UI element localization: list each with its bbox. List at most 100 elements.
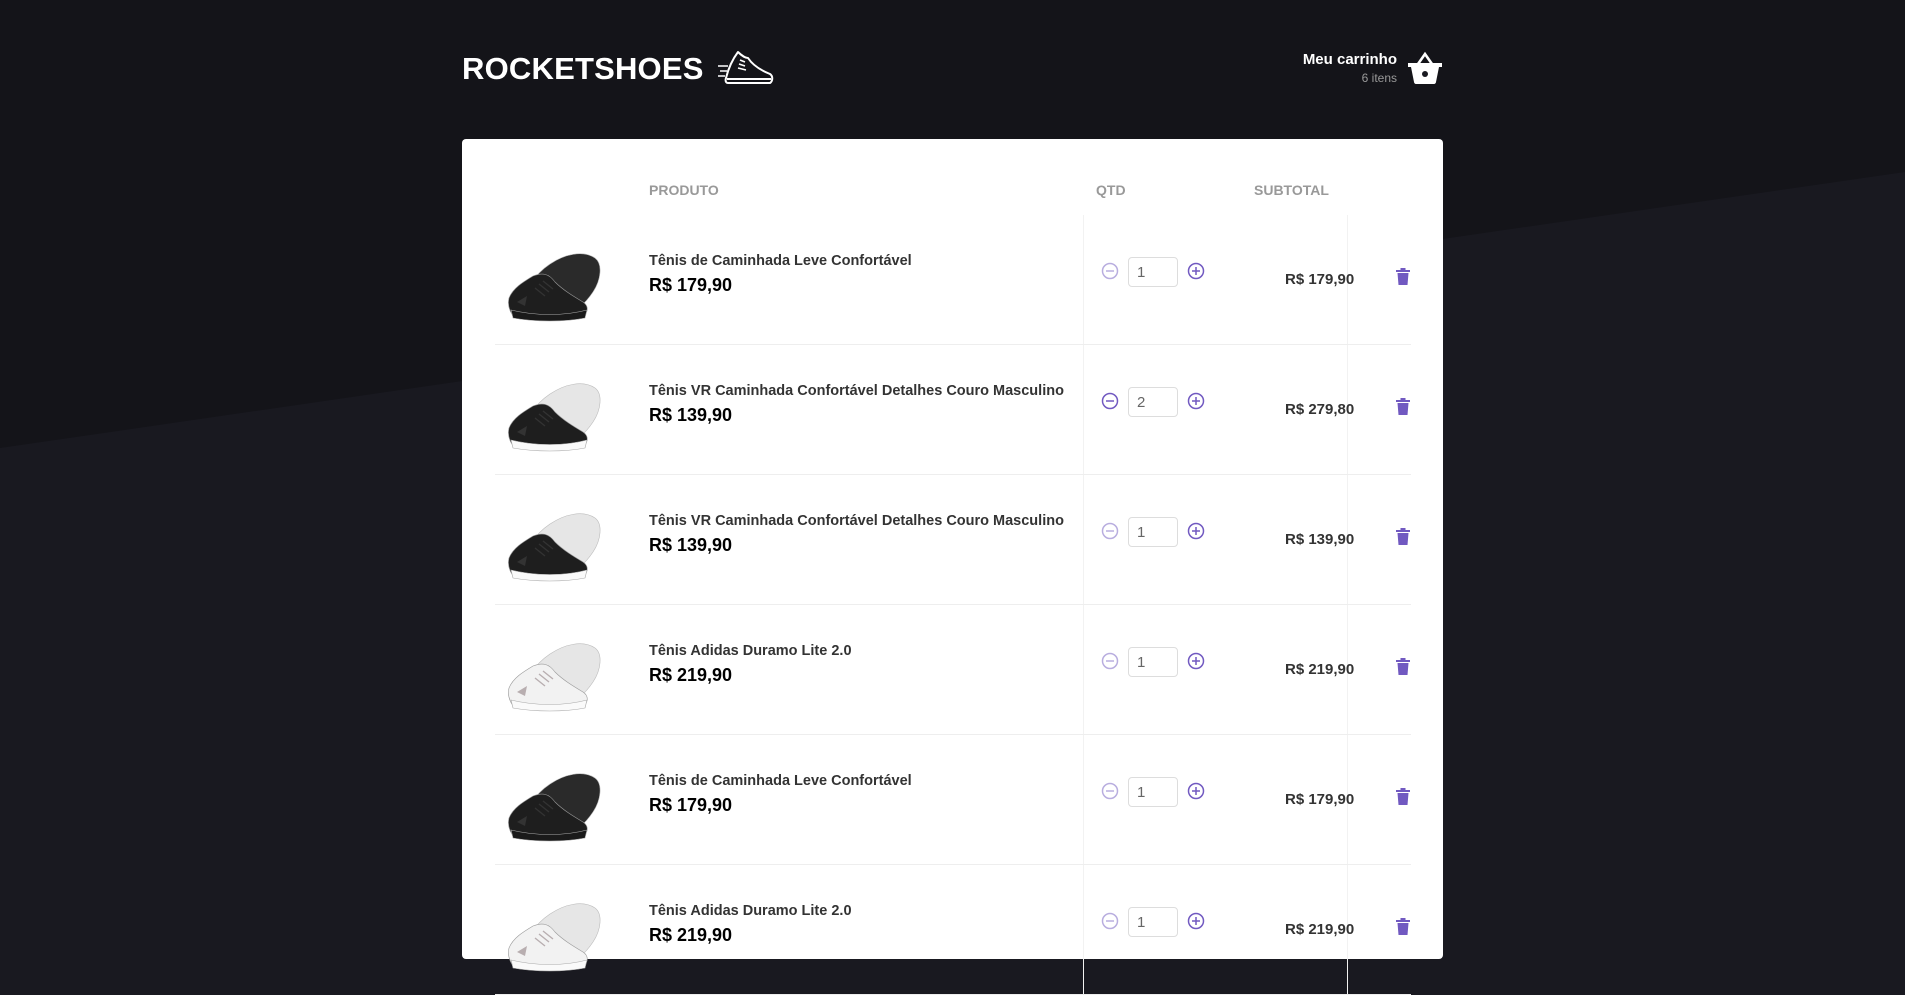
plus-circle-icon bbox=[1187, 392, 1205, 413]
quantity-control bbox=[1100, 517, 1206, 547]
quantity-input[interactable] bbox=[1128, 257, 1178, 287]
increase-quantity-button[interactable] bbox=[1186, 262, 1206, 282]
quantity-input[interactable] bbox=[1128, 647, 1178, 677]
app-header: ROCKETSHOES Meu carrinho 6 itens bbox=[462, 0, 1443, 139]
row-subtotal: R$ 139,90 bbox=[1285, 531, 1355, 548]
increase-quantity-button[interactable] bbox=[1186, 652, 1206, 672]
cart-summary: Meu carrinho 6 itens bbox=[1303, 51, 1397, 85]
shoe-image-icon bbox=[508, 773, 601, 842]
row-subtotal: R$ 279,80 bbox=[1285, 401, 1355, 418]
trash-icon bbox=[1396, 398, 1410, 418]
minus-circle-icon bbox=[1101, 522, 1119, 543]
row-subtotal: R$ 219,90 bbox=[1285, 661, 1355, 678]
increase-quantity-button[interactable] bbox=[1186, 522, 1206, 542]
product-name: Tênis VR Caminhada Confortável Detalhes … bbox=[649, 383, 1064, 399]
decrease-quantity-button[interactable] bbox=[1100, 912, 1120, 932]
product-name: Tênis de Caminhada Leve Confortável bbox=[649, 773, 912, 789]
header-subtotal: SUBTOTAL bbox=[1254, 182, 1329, 198]
row-subtotal: R$ 179,90 bbox=[1285, 791, 1355, 808]
increase-quantity-button[interactable] bbox=[1186, 392, 1206, 412]
quantity-control bbox=[1100, 647, 1206, 677]
product-name: Tênis Adidas Duramo Lite 2.0 bbox=[649, 643, 852, 659]
quantity-control bbox=[1100, 777, 1206, 807]
shoe-image-icon bbox=[508, 383, 601, 452]
product-price: R$ 139,90 bbox=[649, 535, 733, 555]
shoe-image-icon bbox=[508, 253, 601, 322]
logo[interactable]: ROCKETSHOES bbox=[462, 48, 774, 90]
quantity-input[interactable] bbox=[1128, 517, 1178, 547]
product-image bbox=[495, 215, 615, 345]
minus-circle-icon bbox=[1101, 392, 1119, 413]
quantity-control bbox=[1100, 387, 1206, 417]
cart-row: Tênis de Caminhada Leve Confortável R$ 1… bbox=[495, 215, 1411, 345]
trash-icon bbox=[1396, 268, 1410, 288]
column-divider bbox=[1083, 215, 1084, 344]
product-price: R$ 179,90 bbox=[649, 275, 733, 295]
remove-item-button[interactable] bbox=[1395, 398, 1411, 418]
plus-circle-icon bbox=[1187, 782, 1205, 803]
header-qty: QTD bbox=[1096, 182, 1126, 198]
cart-row: Tênis de Caminhada Leve Confortável R$ 1… bbox=[495, 735, 1411, 865]
cart-panel: PRODUTO QTD SUBTOTAL Tênis de Caminhada … bbox=[462, 139, 1443, 995]
cart-title: Meu carrinho bbox=[1302, 51, 1397, 68]
column-divider bbox=[1083, 865, 1084, 994]
cart-row: Tênis Adidas Duramo Lite 2.0 R$ 219,90 R… bbox=[495, 605, 1411, 735]
product-price: R$ 219,90 bbox=[649, 925, 733, 945]
remove-item-button[interactable] bbox=[1395, 788, 1411, 808]
remove-item-button[interactable] bbox=[1395, 528, 1411, 548]
decrease-quantity-button[interactable] bbox=[1100, 262, 1120, 282]
product-image bbox=[495, 865, 615, 995]
shoe-logo-icon bbox=[717, 51, 773, 84]
quantity-input[interactable] bbox=[1128, 907, 1178, 937]
cart-row: Tênis VR Caminhada Confortável Detalhes … bbox=[495, 475, 1411, 605]
page-container: ROCKETSHOES Meu carrinho 6 itens PRODUTO bbox=[462, 0, 1443, 995]
cart-item-count: 6 itens bbox=[1361, 71, 1397, 85]
column-divider bbox=[1083, 475, 1084, 604]
column-divider bbox=[1083, 735, 1084, 864]
remove-item-button[interactable] bbox=[1395, 268, 1411, 288]
cart-row: Tênis Adidas Duramo Lite 2.0 R$ 219,90 R… bbox=[495, 865, 1411, 995]
product-image bbox=[495, 475, 615, 605]
increase-quantity-button[interactable] bbox=[1186, 782, 1206, 802]
plus-circle-icon bbox=[1187, 262, 1205, 283]
product-name: Tênis Adidas Duramo Lite 2.0 bbox=[649, 903, 852, 919]
product-image bbox=[495, 735, 615, 865]
shopping-basket-icon bbox=[1408, 51, 1442, 84]
trash-icon bbox=[1396, 658, 1410, 678]
product-price: R$ 179,90 bbox=[649, 795, 733, 815]
product-image bbox=[495, 605, 615, 735]
cart-row: Tênis VR Caminhada Confortável Detalhes … bbox=[495, 345, 1411, 475]
quantity-input[interactable] bbox=[1128, 777, 1178, 807]
shoe-image-icon bbox=[508, 643, 601, 712]
remove-item-button[interactable] bbox=[1395, 918, 1411, 938]
row-subtotal: R$ 179,90 bbox=[1285, 271, 1355, 288]
header-product: PRODUTO bbox=[649, 182, 719, 198]
decrease-quantity-button[interactable] bbox=[1100, 782, 1120, 802]
trash-icon bbox=[1396, 528, 1410, 548]
product-image bbox=[495, 345, 615, 475]
column-divider bbox=[1083, 345, 1084, 474]
product-price: R$ 139,90 bbox=[649, 405, 733, 425]
decrease-quantity-button[interactable] bbox=[1100, 392, 1120, 412]
logo-text: ROCKETSHOES bbox=[462, 51, 704, 86]
row-subtotal: R$ 219,90 bbox=[1285, 921, 1355, 938]
minus-circle-icon bbox=[1101, 652, 1119, 673]
shoe-image-icon bbox=[508, 903, 601, 972]
plus-circle-icon bbox=[1187, 912, 1205, 933]
quantity-control bbox=[1100, 907, 1206, 937]
decrease-quantity-button[interactable] bbox=[1100, 522, 1120, 542]
product-name: Tênis de Caminhada Leve Confortável bbox=[649, 253, 912, 269]
cart-link[interactable]: Meu carrinho 6 itens bbox=[1303, 51, 1443, 85]
quantity-input[interactable] bbox=[1128, 387, 1178, 417]
decrease-quantity-button[interactable] bbox=[1100, 652, 1120, 672]
shoe-image-icon bbox=[508, 513, 601, 582]
remove-item-button[interactable] bbox=[1395, 658, 1411, 678]
trash-icon bbox=[1396, 788, 1410, 808]
plus-circle-icon bbox=[1187, 522, 1205, 543]
minus-circle-icon bbox=[1101, 782, 1119, 803]
product-price: R$ 219,90 bbox=[649, 665, 733, 685]
minus-circle-icon bbox=[1101, 912, 1119, 933]
quantity-control bbox=[1100, 257, 1206, 287]
product-name: Tênis VR Caminhada Confortável Detalhes … bbox=[649, 513, 1064, 529]
increase-quantity-button[interactable] bbox=[1186, 912, 1206, 932]
